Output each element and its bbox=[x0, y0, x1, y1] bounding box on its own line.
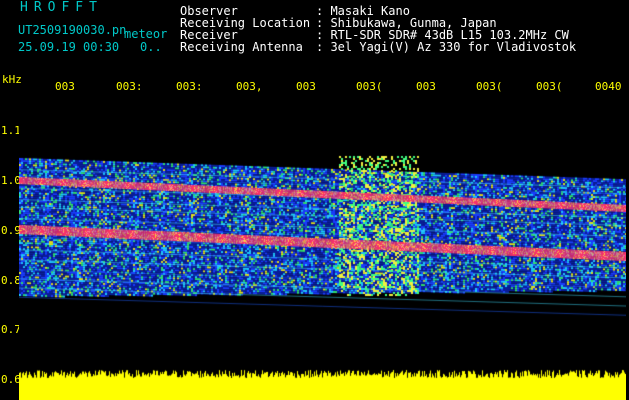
x-tick-2: 003: bbox=[116, 80, 143, 93]
x-tick-7: 003 bbox=[416, 80, 436, 93]
filename-label: UT2509190030.pn bbox=[18, 23, 127, 37]
antenna-key: Receiving Antenna bbox=[180, 40, 303, 54]
datetime-label: 25.09.19 00:30 bbox=[18, 40, 120, 54]
y-tick-5: 0.7 bbox=[1, 323, 21, 336]
x-tick-5: 003 bbox=[296, 80, 316, 93]
count-label: 0.. bbox=[140, 40, 162, 54]
y-tick-2: 1.0 bbox=[1, 174, 21, 187]
y-tick-1: 1.1 bbox=[1, 124, 21, 137]
x-tick-8: 003( bbox=[476, 80, 503, 93]
spectrogram-canvas bbox=[19, 96, 626, 400]
station-info: Observer: Masaki Kano Receiving Location… bbox=[180, 5, 576, 53]
y-tick-3: 0.9 bbox=[1, 224, 21, 237]
y-tick-4: 0.8 bbox=[1, 274, 21, 287]
x-tick-3: 003: bbox=[176, 80, 203, 93]
frequency-unit-label: kHz bbox=[2, 73, 22, 86]
x-tick-4: 003, bbox=[236, 80, 263, 93]
antenna-value: : 3el Yagi(V) Az 330 for Vladivostok bbox=[316, 40, 577, 54]
antenna-row: Receiving Antenna : 3el Yagi(V) Az 330 fo… bbox=[180, 41, 576, 53]
app-title: HROFFT bbox=[20, 0, 103, 15]
meteor-label: meteor bbox=[124, 27, 168, 41]
y-tick-6: 0.6 bbox=[1, 373, 21, 386]
x-tick-1: 003 bbox=[55, 80, 75, 93]
x-tick-6: 003( bbox=[356, 80, 383, 93]
x-tick-10: 0040 bbox=[595, 80, 622, 93]
x-tick-9: 003( bbox=[536, 80, 563, 93]
